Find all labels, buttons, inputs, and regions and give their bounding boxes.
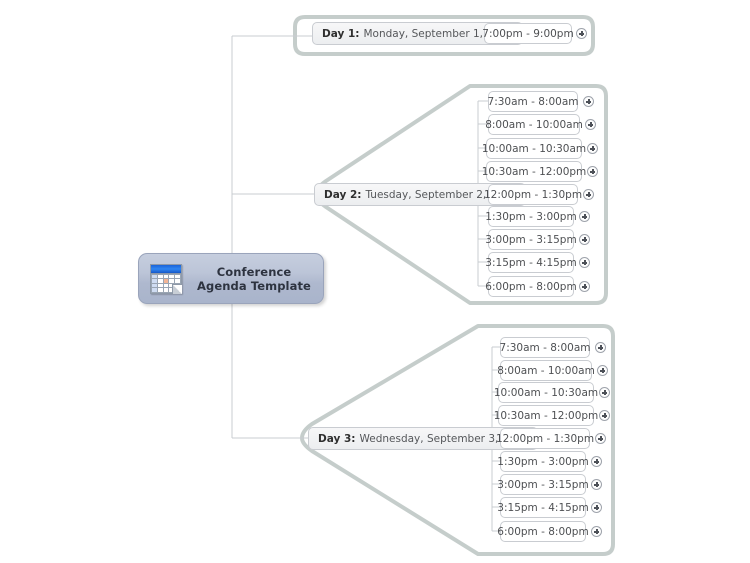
time-node[interactable]: 1:30pm - 3:00pm [497,451,589,472]
time-node[interactable]: 10:30am - 12:00pm [482,161,586,182]
time-node-label: 7:30am - 8:00am [499,341,591,354]
calendar-icon [150,263,184,295]
time-node[interactable]: 7:30am - 8:00am [500,337,590,358]
expand-icon[interactable] [576,28,587,39]
time-node-label: 12:00pm - 1:30pm [483,188,583,201]
time-node-label: 7:30am - 8:00am [487,95,579,108]
expand-icon[interactable] [597,365,608,376]
expand-icon[interactable] [579,211,590,222]
expand-icon[interactable] [583,189,594,200]
time-node-label: 1:30pm - 3:00pm [497,455,589,468]
day-node-number: Day 1: [322,27,360,40]
expand-icon[interactable] [585,119,596,130]
time-node[interactable]: 7:30am - 8:00am [488,91,578,112]
time-node-label: 1:30pm - 3:00pm [485,210,577,223]
time-node-label: 3:00pm - 3:15pm [497,478,589,491]
time-node-label: 12:00pm - 1:30pm [495,432,595,445]
expand-icon[interactable] [583,96,594,107]
time-node-label: 3:00pm - 3:15pm [485,233,577,246]
time-node-label: 3:15pm - 4:15pm [485,256,577,269]
time-node[interactable]: 10:30am - 12:00pm [494,405,598,426]
expand-icon[interactable] [591,479,602,490]
time-node-label: 10:30am - 12:00pm [481,165,587,178]
time-node[interactable]: 6:00pm - 8:00pm [485,276,577,297]
expand-icon[interactable] [595,433,606,444]
time-node[interactable]: 3:15pm - 4:15pm [497,497,589,518]
expand-icon[interactable] [579,281,590,292]
connector-layer [138,15,615,556]
mindmap-canvas: Conference Agenda Template Day 1: Monday… [0,0,750,563]
time-node-label: 7:00pm - 9:00pm [482,27,574,40]
time-node[interactable]: 10:00am - 10:30am [482,138,586,159]
time-node[interactable]: 8:00am - 10:00am [485,114,583,135]
time-node[interactable]: 10:00am - 10:30am [494,382,598,403]
time-node-label: 10:00am - 10:30am [481,142,587,155]
time-node[interactable]: 7:00pm - 9:00pm [482,23,574,44]
time-node-label: 10:30am - 12:00pm [493,409,599,422]
root-node-label: Conference Agenda Template [197,264,311,293]
time-node[interactable]: 3:00pm - 3:15pm [485,229,577,250]
time-node[interactable]: 12:00pm - 1:30pm [496,428,594,449]
day-node-number: Day 3: [318,432,356,445]
day-node-number: Day 2: [324,188,362,201]
expand-icon[interactable] [579,257,590,268]
root-trunk-connector [138,35,314,439]
time-node-label: 8:00am - 10:00am [497,364,595,377]
time-node-label: 3:15pm - 4:15pm [497,501,589,514]
time-node-label: 10:00am - 10:30am [493,386,599,399]
expand-icon[interactable] [591,456,602,467]
expand-icon[interactable] [587,166,598,177]
root-node[interactable]: Conference Agenda Template [138,253,324,304]
expand-icon[interactable] [591,502,602,513]
expand-icon[interactable] [587,143,598,154]
time-node[interactable]: 3:15pm - 4:15pm [485,252,577,273]
time-node[interactable]: 3:00pm - 3:15pm [497,474,589,495]
expand-icon[interactable] [599,387,610,398]
time-node[interactable]: 12:00pm - 1:30pm [484,184,582,205]
time-node[interactable]: 6:00pm - 8:00pm [497,521,589,542]
time-node-label: 6:00pm - 8:00pm [485,280,577,293]
time-node[interactable]: 1:30pm - 3:00pm [485,206,577,227]
expand-icon[interactable] [595,342,606,353]
time-node[interactable]: 8:00am - 10:00am [497,360,595,381]
expand-icon[interactable] [591,526,602,537]
expand-icon[interactable] [599,410,610,421]
expand-icon[interactable] [579,234,590,245]
time-node-label: 6:00pm - 8:00pm [497,525,589,538]
time-node-label: 8:00am - 10:00am [485,118,583,131]
